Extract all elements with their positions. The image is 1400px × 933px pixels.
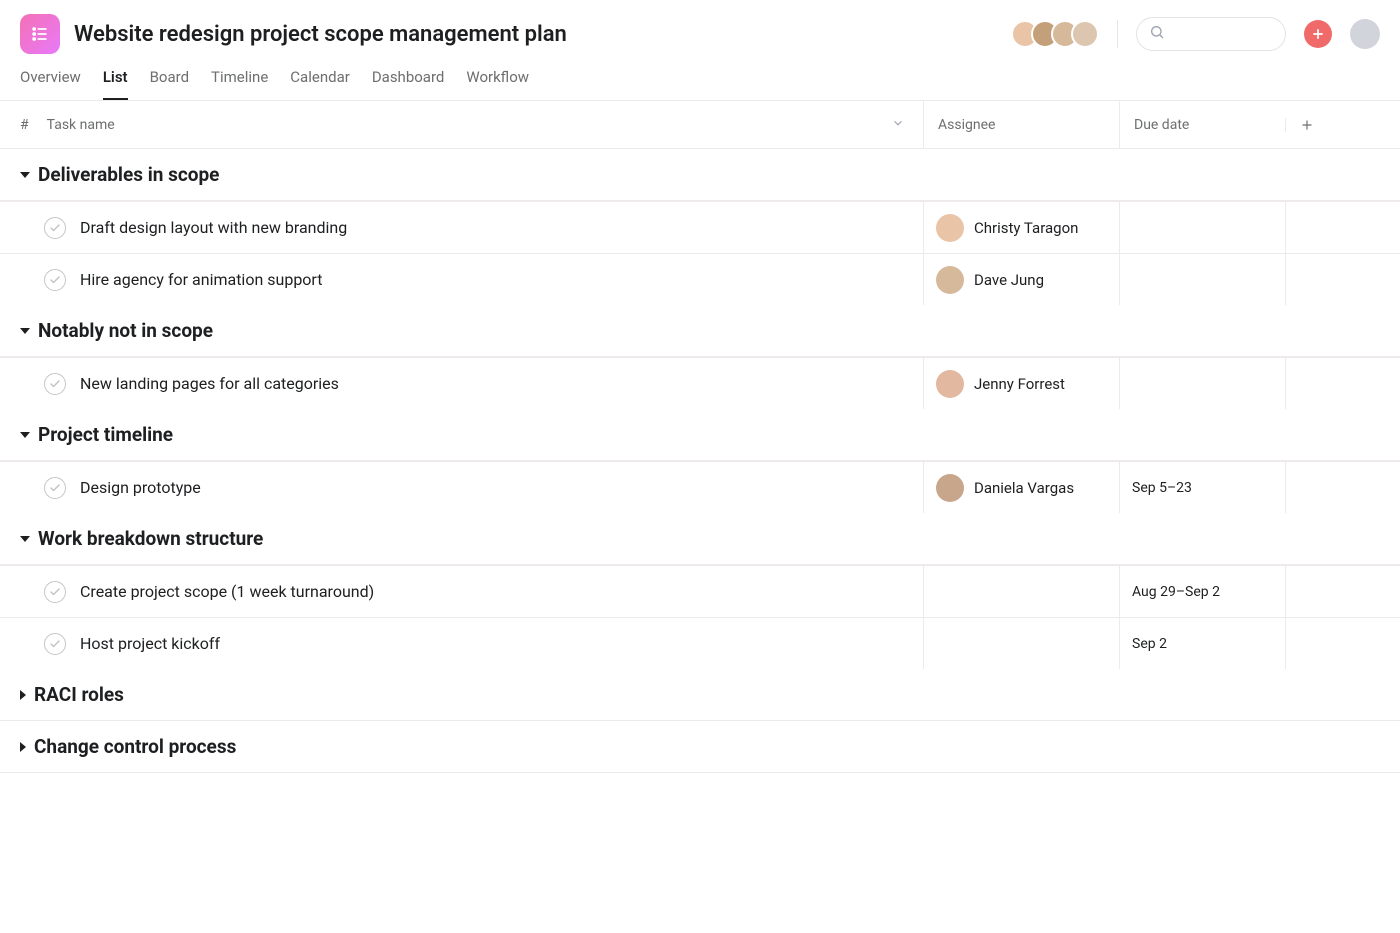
chevron-down-icon[interactable] bbox=[891, 116, 905, 134]
search-icon bbox=[1149, 24, 1165, 44]
complete-check-icon[interactable] bbox=[44, 269, 66, 291]
section-header[interactable]: Change control process bbox=[0, 721, 1400, 773]
add-button[interactable] bbox=[1304, 20, 1332, 48]
section-header[interactable]: Deliverables in scope bbox=[0, 149, 1400, 201]
task-row[interactable]: Draft design layout with new branding Chr… bbox=[0, 201, 1400, 253]
assignee-avatar bbox=[936, 370, 964, 398]
search-input[interactable] bbox=[1136, 17, 1286, 51]
project-list-icon[interactable] bbox=[20, 14, 60, 54]
caret-down-icon[interactable] bbox=[20, 432, 30, 438]
tab-overview[interactable]: Overview bbox=[20, 68, 81, 100]
assignee-name: Dave Jung bbox=[974, 271, 1044, 289]
complete-check-icon[interactable] bbox=[44, 633, 66, 655]
section-title: Change control process bbox=[34, 735, 236, 758]
task-due-cell[interactable] bbox=[1119, 358, 1285, 409]
due-date-text: Aug 29–Sep 2 bbox=[1132, 584, 1220, 600]
task-row[interactable]: New landing pages for all categories Jenn… bbox=[0, 357, 1400, 409]
task-assignee-cell[interactable] bbox=[923, 618, 1119, 669]
member-avatar[interactable] bbox=[1071, 20, 1099, 48]
assignee-avatar bbox=[936, 474, 964, 502]
task-due-cell[interactable] bbox=[1119, 254, 1285, 305]
divider bbox=[1117, 20, 1118, 48]
tab-calendar[interactable]: Calendar bbox=[290, 68, 350, 100]
task-assignee-cell[interactable]: Jenny Forrest bbox=[923, 358, 1119, 409]
task-assignee-cell[interactable]: Daniela Vargas bbox=[923, 462, 1119, 513]
task-extra-cell bbox=[1285, 254, 1400, 305]
column-assignee[interactable]: Assignee bbox=[923, 101, 1119, 148]
section-title: Notably not in scope bbox=[38, 319, 213, 342]
task-assignee-cell[interactable]: Dave Jung bbox=[923, 254, 1119, 305]
assignee-avatar bbox=[936, 266, 964, 294]
task-extra-cell bbox=[1285, 618, 1400, 669]
assignee-name: Daniela Vargas bbox=[974, 479, 1074, 497]
section-title: Work breakdown structure bbox=[38, 527, 263, 550]
section-title: Deliverables in scope bbox=[38, 163, 219, 186]
column-task-name[interactable]: Task name bbox=[47, 117, 115, 133]
task-name[interactable]: Create project scope (1 week turnaround) bbox=[80, 582, 374, 601]
task-extra-cell bbox=[1285, 202, 1400, 253]
task-row[interactable]: Hire agency for animation support Dave Ju… bbox=[0, 253, 1400, 305]
task-name[interactable]: Design prototype bbox=[80, 478, 201, 497]
tab-list[interactable]: List bbox=[103, 68, 128, 100]
task-name[interactable]: New landing pages for all categories bbox=[80, 374, 339, 393]
due-date-text: Sep 5–23 bbox=[1132, 480, 1192, 496]
assignee-name: Christy Taragon bbox=[974, 219, 1078, 237]
section-title: Project timeline bbox=[38, 423, 173, 446]
tab-workflow[interactable]: Workflow bbox=[466, 68, 529, 100]
section-header[interactable]: Notably not in scope bbox=[0, 305, 1400, 357]
column-headers: # Task name Assignee Due date bbox=[0, 101, 1400, 149]
assignee-name: Jenny Forrest bbox=[974, 375, 1065, 393]
column-due-date[interactable]: Due date bbox=[1119, 101, 1285, 148]
section-header[interactable]: Project timeline bbox=[0, 409, 1400, 461]
caret-down-icon[interactable] bbox=[20, 536, 30, 542]
caret-down-icon[interactable] bbox=[20, 328, 30, 334]
task-row[interactable]: Create project scope (1 week turnaround)… bbox=[0, 565, 1400, 617]
complete-check-icon[interactable] bbox=[44, 373, 66, 395]
task-assignee-cell[interactable] bbox=[923, 566, 1119, 617]
tab-timeline[interactable]: Timeline bbox=[211, 68, 268, 100]
member-avatars[interactable] bbox=[1011, 20, 1099, 48]
task-row[interactable]: Design prototype Daniela Vargas Sep 5–23 bbox=[0, 461, 1400, 513]
task-name[interactable]: Draft design layout with new branding bbox=[80, 218, 347, 237]
complete-check-icon[interactable] bbox=[44, 477, 66, 499]
column-number: # bbox=[20, 117, 29, 133]
complete-check-icon[interactable] bbox=[44, 581, 66, 603]
due-date-text: Sep 2 bbox=[1132, 636, 1167, 652]
task-assignee-cell[interactable]: Christy Taragon bbox=[923, 202, 1119, 253]
section-title: RACI roles bbox=[34, 683, 124, 706]
caret-right-icon[interactable] bbox=[20, 690, 26, 700]
complete-check-icon[interactable] bbox=[44, 217, 66, 239]
task-row[interactable]: Host project kickoff Sep 2 bbox=[0, 617, 1400, 669]
project-tabs: Overview List Board Timeline Calendar Dashboa… bbox=[0, 54, 1400, 101]
task-name[interactable]: Hire agency for animation support bbox=[80, 270, 322, 289]
assignee-avatar bbox=[936, 214, 964, 242]
task-extra-cell bbox=[1285, 462, 1400, 513]
add-column-button[interactable] bbox=[1285, 118, 1400, 132]
task-name[interactable]: Host project kickoff bbox=[80, 634, 220, 653]
section-header[interactable]: Work breakdown structure bbox=[0, 513, 1400, 565]
section-header[interactable]: RACI roles bbox=[0, 669, 1400, 721]
task-due-cell[interactable]: Aug 29–Sep 2 bbox=[1119, 566, 1285, 617]
tab-board[interactable]: Board bbox=[150, 68, 189, 100]
task-extra-cell bbox=[1285, 566, 1400, 617]
task-due-cell[interactable] bbox=[1119, 202, 1285, 253]
task-due-cell[interactable]: Sep 5–23 bbox=[1119, 462, 1285, 513]
tab-dashboard[interactable]: Dashboard bbox=[372, 68, 445, 100]
task-extra-cell bbox=[1285, 358, 1400, 409]
task-due-cell[interactable]: Sep 2 bbox=[1119, 618, 1285, 669]
current-user-avatar[interactable] bbox=[1350, 19, 1380, 49]
caret-right-icon[interactable] bbox=[20, 742, 26, 752]
project-title[interactable]: Website redesign project scope managemen… bbox=[74, 22, 567, 47]
caret-down-icon[interactable] bbox=[20, 172, 30, 178]
